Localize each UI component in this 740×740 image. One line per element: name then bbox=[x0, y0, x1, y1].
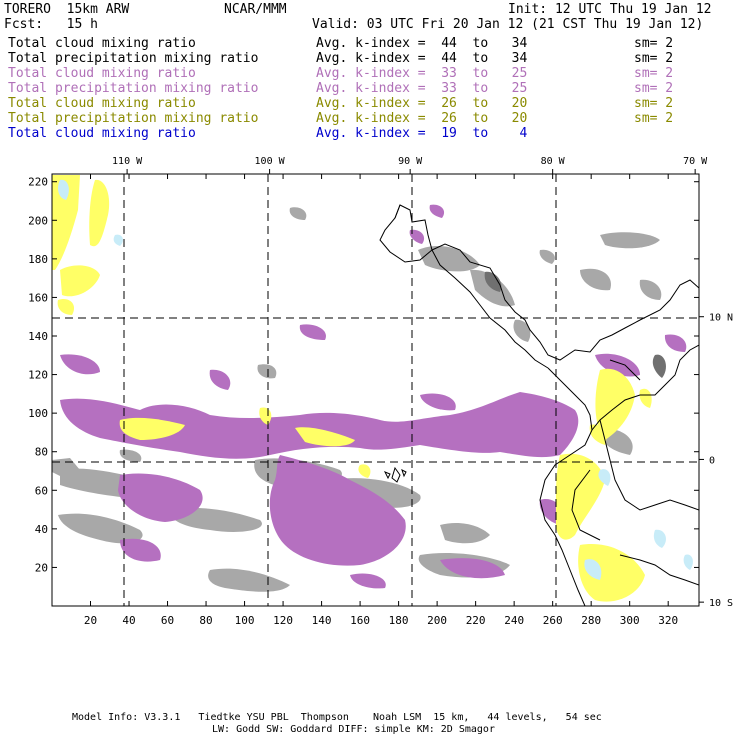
x-tick-label: 240 bbox=[504, 614, 524, 627]
latitude-label: 0 bbox=[709, 455, 715, 466]
weather-map: 20 40 60 80 100 120 140 160 180 200 220 240 260 280 30… bbox=[28, 156, 733, 627]
x-tick-label: 320 bbox=[658, 614, 678, 627]
x-tick-label: 220 bbox=[466, 614, 486, 627]
y-tick-label: 40 bbox=[35, 523, 48, 536]
y-tick-label: 140 bbox=[28, 330, 48, 343]
longitude-label: 80 W bbox=[541, 156, 566, 167]
y-tick-label: 60 bbox=[35, 484, 48, 497]
x-tick-label: 260 bbox=[543, 614, 563, 627]
y-tick-label: 120 bbox=[28, 369, 48, 382]
x-tick-label: 200 bbox=[427, 614, 447, 627]
x-tick-label: 100 bbox=[235, 614, 255, 627]
map-layers bbox=[52, 175, 699, 606]
y-tick-label: 200 bbox=[28, 214, 48, 227]
latitude-label: 10 N bbox=[709, 313, 733, 324]
x-tick-label: 280 bbox=[581, 614, 601, 627]
longitude-labels: 110 W 100 W 90 W 80 W 70 W bbox=[112, 156, 708, 174]
y-tick-label: 160 bbox=[28, 291, 48, 304]
longitude-label: 90 W bbox=[398, 156, 423, 167]
y-tick-label: 220 bbox=[28, 176, 48, 189]
x-tick-label: 300 bbox=[620, 614, 640, 627]
x-tick-label: 60 bbox=[161, 614, 174, 627]
dark-gray-areas bbox=[484, 271, 666, 378]
x-tick-label: 180 bbox=[389, 614, 409, 627]
physics-info: LW: Godd SW: Goddard DIFF: simple KM: 2D… bbox=[212, 724, 495, 735]
x-tick-label: 80 bbox=[199, 614, 212, 627]
x-tick-label: 160 bbox=[350, 614, 370, 627]
y-tick-label: 80 bbox=[35, 446, 48, 459]
longitude-label: 70 W bbox=[683, 156, 708, 167]
latitude-labels: 10 N 0 10 S bbox=[699, 313, 733, 609]
latitude-label: 10 S bbox=[709, 598, 733, 609]
purple-cloud-areas bbox=[60, 204, 687, 589]
x-tick-label: 140 bbox=[312, 614, 332, 627]
y-tick-label: 20 bbox=[35, 561, 48, 574]
x-tick-label: 20 bbox=[84, 614, 97, 627]
longitude-label: 110 W bbox=[112, 156, 143, 167]
x-tick-label: 120 bbox=[273, 614, 293, 627]
y-tick-label: 180 bbox=[28, 253, 48, 266]
x-tick-label: 40 bbox=[122, 614, 135, 627]
y-tick-label: 100 bbox=[28, 407, 48, 420]
model-info: Model Info: V3.3.1 Tiedtke YSU PBL Thomp… bbox=[72, 712, 602, 723]
longitude-label: 100 W bbox=[255, 156, 286, 167]
